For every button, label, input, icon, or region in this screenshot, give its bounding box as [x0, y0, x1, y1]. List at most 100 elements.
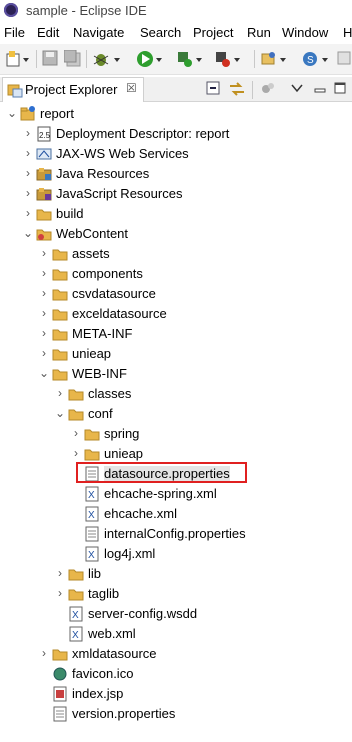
tree-item[interactable]: Xehcache-spring.xml [0, 484, 352, 504]
tree-item[interactable]: favicon.ico [0, 664, 352, 684]
chevron-down-icon[interactable]: ⌄ [6, 106, 18, 120]
save-icon[interactable] [42, 50, 60, 68]
link-with-editor-icon[interactable] [228, 80, 246, 98]
run-server-icon[interactable] [176, 50, 204, 68]
chevron-right-icon[interactable]: › [38, 306, 50, 320]
chevron-right-icon[interactable]: › [22, 146, 34, 160]
tree-item-label: server-config.wsdd [88, 606, 198, 621]
tree-item[interactable]: › assets [0, 244, 352, 264]
tree-item[interactable]: › spring [0, 424, 352, 444]
menu-project[interactable]: Project [193, 25, 233, 40]
menu-run[interactable]: Run [247, 25, 271, 40]
save-all-icon[interactable] [64, 50, 82, 68]
javascript-resources-icon [36, 188, 52, 201]
tree-item[interactable]: › classes [0, 384, 352, 404]
tree-item[interactable]: › META-INF [0, 324, 352, 344]
tree-item-label: unieap [104, 446, 144, 461]
tree-item-label: META-INF [72, 326, 133, 341]
tree-item[interactable]: › exceldatasource [0, 304, 352, 324]
maximize-icon[interactable] [333, 81, 347, 97]
chevron-right-icon[interactable]: › [54, 586, 66, 600]
tab-project-explorer[interactable]: Project Explorer ☒ [2, 77, 144, 102]
tree-item[interactable]: ⌄ WEB-INF [0, 364, 352, 384]
tree-item[interactable]: › csvdatasource [0, 284, 352, 304]
toolbar-separator [254, 50, 255, 68]
tree-item[interactable]: › taglib [0, 584, 352, 604]
menu-window[interactable]: Window [282, 25, 328, 40]
chevron-down-icon[interactable]: ⌄ [54, 406, 66, 420]
close-icon[interactable]: ☒ [126, 81, 137, 95]
tree-item[interactable]: › build [0, 204, 352, 224]
chevron-right-icon[interactable]: › [54, 566, 66, 580]
tree-item[interactable]: › xmldatasource [0, 644, 352, 664]
folder-icon [52, 329, 68, 341]
minimize-icon[interactable] [313, 81, 327, 97]
new-icon[interactable] [6, 50, 30, 68]
menu-help[interactable]: H [343, 25, 352, 40]
chevron-right-icon[interactable]: › [38, 266, 50, 280]
focus-task-icon[interactable] [260, 81, 276, 97]
chevron-right-icon[interactable]: › [22, 186, 34, 200]
toolbar-overflow-icon[interactable] [336, 50, 352, 68]
folder-icon [84, 449, 100, 461]
tree-item[interactable]: index.jsp [0, 684, 352, 704]
project-icon [20, 106, 35, 121]
chevron-right-icon[interactable]: › [22, 126, 34, 140]
chevron-right-icon[interactable]: › [22, 206, 34, 220]
tree-item[interactable]: › unieap [0, 444, 352, 464]
tree-item[interactable]: › components [0, 264, 352, 284]
tree-item[interactable]: Xserver-config.wsdd [0, 604, 352, 624]
new-java-project-icon[interactable] [260, 50, 288, 68]
folder-icon [52, 289, 68, 301]
jsp-file-icon [53, 686, 67, 702]
tree-item[interactable]: › 2.5 Deployment Descriptor: report [0, 124, 352, 144]
tree-item[interactable]: ⌄ conf [0, 404, 352, 424]
chevron-right-icon[interactable]: › [70, 446, 82, 460]
tree-item[interactable]: internalConfig.properties [0, 524, 352, 544]
properties-file-icon [85, 526, 99, 542]
folder-icon [68, 569, 84, 581]
svg-text:X: X [72, 610, 79, 621]
chevron-right-icon[interactable]: › [54, 386, 66, 400]
tree-item[interactable]: Xlog4j.xml [0, 544, 352, 564]
project-explorer-view-header: Project Explorer ☒ [0, 77, 352, 102]
tree-item[interactable]: › JAX-WS Web Services [0, 144, 352, 164]
tree-item-label: exceldatasource [72, 306, 167, 321]
chevron-right-icon[interactable]: › [22, 166, 34, 180]
svg-text:2.5: 2.5 [39, 131, 51, 140]
chevron-right-icon[interactable]: › [38, 246, 50, 260]
tree-item-label: internalConfig.properties [104, 526, 246, 541]
main-toolbar: S [0, 44, 352, 75]
menu-edit[interactable]: Edit [37, 25, 59, 40]
collapse-all-icon[interactable] [206, 81, 222, 97]
tree-item-label: JavaScript Resources [56, 186, 183, 201]
run-icon[interactable] [136, 50, 164, 68]
tree-item[interactable]: › JavaScript Resources [0, 184, 352, 204]
chevron-right-icon[interactable]: › [38, 286, 50, 300]
chevron-right-icon[interactable]: › [38, 346, 50, 360]
external-tools-icon[interactable] [214, 50, 242, 68]
debug-icon[interactable] [92, 50, 122, 68]
chevron-right-icon[interactable]: › [38, 646, 50, 660]
chevron-right-icon[interactable]: › [70, 426, 82, 440]
tree-item[interactable]: ⌄ WebContent [0, 224, 352, 244]
tree-item[interactable]: › lib [0, 564, 352, 584]
tree-item[interactable]: Xweb.xml [0, 624, 352, 644]
chevron-down-icon[interactable]: ⌄ [22, 226, 34, 240]
tree-item[interactable]: version.properties [0, 704, 352, 724]
svg-text:X: X [88, 510, 95, 521]
new-java-class-icon[interactable]: S [302, 50, 330, 68]
chevron-right-icon[interactable]: › [38, 326, 50, 340]
menu-file[interactable]: File [4, 25, 25, 40]
view-menu-icon[interactable] [291, 83, 303, 93]
tree-item[interactable]: ⌄ report [0, 104, 352, 124]
tree-item[interactable]: › unieap [0, 344, 352, 364]
tree-item[interactable]: › Java Resources [0, 164, 352, 184]
menu-search[interactable]: Search [140, 25, 181, 40]
project-explorer-icon [7, 84, 23, 98]
menu-navigate[interactable]: Navigate [73, 25, 124, 40]
tree-item-label: conf [88, 406, 113, 421]
tree-item[interactable]: Xehcache.xml [0, 504, 352, 524]
folder-icon [68, 589, 84, 601]
chevron-down-icon[interactable]: ⌄ [38, 366, 50, 380]
